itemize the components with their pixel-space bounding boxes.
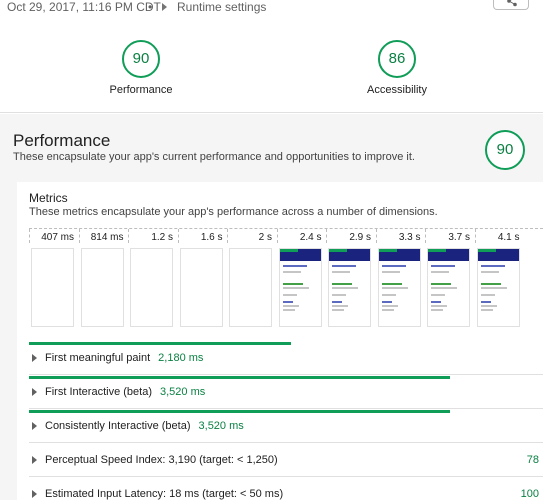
metric-name: First meaningful paint 2,180 ms <box>45 352 203 364</box>
filmstrip-divider <box>474 229 476 243</box>
filmstrip-time-label: 2.4 s <box>299 232 322 243</box>
metric-row[interactable]: Perceptual Speed Index: 3,190 (target: <… <box>29 444 543 477</box>
metric-timeline-bar <box>29 410 451 413</box>
accessibility-gauge-label[interactable]: Accessibility <box>337 84 457 96</box>
filmstrip-time-label: 2 s <box>258 232 272 243</box>
performance-gauge[interactable]: 90 <box>122 40 160 78</box>
filmstrip-frame: 2.4 s <box>276 229 326 331</box>
filmstrip-screenshot <box>179 248 223 327</box>
expand-arrow-icon[interactable] <box>32 354 37 362</box>
filmstrip-divider <box>177 229 179 243</box>
metric-score: 78 <box>526 454 539 466</box>
score-summary: 90 Performance 86 Accessibility <box>0 18 543 113</box>
metric-value: 3,520 ms <box>198 420 244 432</box>
filmstrip-time-label: 1.2 s <box>151 232 173 243</box>
filmstrip-divider <box>326 229 327 243</box>
expand-arrow-icon[interactable] <box>162 3 167 11</box>
expand-arrow-icon[interactable] <box>32 490 37 498</box>
filmstrip-frame: 1.6 s <box>177 229 227 331</box>
metric-name: First Interactive (beta) 3,520 ms <box>45 386 205 398</box>
section-score-gauge: 90 <box>485 130 525 170</box>
metric-label: Consistently Interactive (beta) <box>45 420 191 432</box>
metric-label: Estimated Input Latency: 18 ms (target: … <box>45 488 284 500</box>
metrics-title: Metrics <box>29 191 68 205</box>
section-description: These encapsulate your app's current per… <box>13 151 415 163</box>
expand-arrow-icon[interactable] <box>32 388 37 396</box>
filmstrip-divider <box>375 229 377 243</box>
performance-section: Performance These encapsulate your app's… <box>0 114 543 500</box>
metric-row[interactable]: Consistently Interactive (beta) 3,520 ms <box>29 410 543 443</box>
metric-row[interactable]: First Interactive (beta) 3,520 ms <box>29 376 543 409</box>
filmstrip-divider <box>276 229 278 243</box>
filmstrip-divider <box>29 229 30 243</box>
metric-timeline-bar <box>29 342 292 345</box>
runtime-settings-toggle[interactable]: Runtime settings <box>177 0 266 14</box>
metrics-card: Metrics These metrics encapsulate your a… <box>17 182 543 500</box>
filmstrip-time-label: 4.1 s <box>497 232 520 243</box>
filmstrip-screenshot <box>427 248 470 327</box>
report-header: Oct 29, 2017, 11:16 PM CDT • Runtime set… <box>0 0 543 16</box>
accessibility-gauge[interactable]: 86 <box>378 40 416 78</box>
metric-value: 3,520 ms <box>159 386 206 398</box>
metric-value: 2,180 ms <box>158 352 204 364</box>
filmstrip-screenshot <box>80 248 124 327</box>
filmstrip-divider <box>128 229 129 243</box>
filmstrip-frame: 1.2 s <box>128 229 177 331</box>
filmstrip-screenshot <box>476 248 520 327</box>
filmstrip: 407 ms 814 ms 1.2 s 1.6 s 2 s 2.4 s 2.9 s 3.3 s… <box>29 228 543 330</box>
filmstrip-time-label: 1.6 s <box>200 232 223 243</box>
filmstrip-divider <box>425 229 426 243</box>
filmstrip-frame: 814 ms <box>78 229 128 331</box>
filmstrip-screenshot <box>328 248 371 327</box>
metric-timeline-bar <box>29 376 451 379</box>
filmstrip-screenshot <box>31 248 74 327</box>
filmstrip-frame: 2.9 s <box>326 229 375 331</box>
filmstrip-time-label: 407 ms <box>41 232 74 243</box>
metric-label: First Interactive (beta) <box>45 386 152 398</box>
filmstrip-divider <box>78 229 80 243</box>
section-title: Performance <box>13 131 111 150</box>
metric-label: Perceptual Speed Index: 3,190 (target: <… <box>45 454 278 466</box>
filmstrip-screenshot <box>377 248 421 327</box>
share-button[interactable] <box>493 0 529 10</box>
metric-score: 100 <box>520 488 539 500</box>
expand-arrow-icon[interactable] <box>32 456 37 464</box>
metric-name: Consistently Interactive (beta) 3,520 ms <box>45 420 244 432</box>
filmstrip-time-label: 3.7 s <box>448 232 470 243</box>
share-icon <box>507 0 517 7</box>
filmstrip-frame: 4.1 s <box>474 229 524 331</box>
expand-arrow-icon[interactable] <box>32 422 37 430</box>
filmstrip-time-label: 2.9 s <box>349 232 371 243</box>
metric-row[interactable]: First meaningful paint 2,180 ms <box>29 342 543 375</box>
metric-name: Perceptual Speed Index: 3,190 (target: <… <box>45 454 278 466</box>
filmstrip-frame: 3.7 s <box>425 229 474 331</box>
report-timestamp: Oct 29, 2017, 11:16 PM CDT <box>7 0 161 14</box>
filmstrip-time-label: 814 ms <box>90 232 124 243</box>
filmstrip-frame: 3.3 s <box>375 229 425 331</box>
filmstrip-time-label: 3.3 s <box>398 232 421 243</box>
filmstrip-screenshot <box>229 248 272 327</box>
metrics-description: These metrics encapsulate your app's per… <box>29 206 438 218</box>
metric-row[interactable]: Estimated Input Latency: 18 ms (target: … <box>29 478 543 500</box>
filmstrip-frame: 407 ms <box>29 229 78 331</box>
filmstrip-screenshot <box>130 248 173 327</box>
filmstrip-screenshot <box>278 248 322 327</box>
header-separator: • <box>148 0 153 14</box>
filmstrip-frame: 2 s <box>227 229 276 331</box>
metric-label: First meaningful paint <box>45 352 151 364</box>
metric-name: Estimated Input Latency: 18 ms (target: … <box>45 488 283 500</box>
filmstrip-divider <box>227 229 228 243</box>
performance-gauge-label[interactable]: Performance <box>81 84 201 96</box>
